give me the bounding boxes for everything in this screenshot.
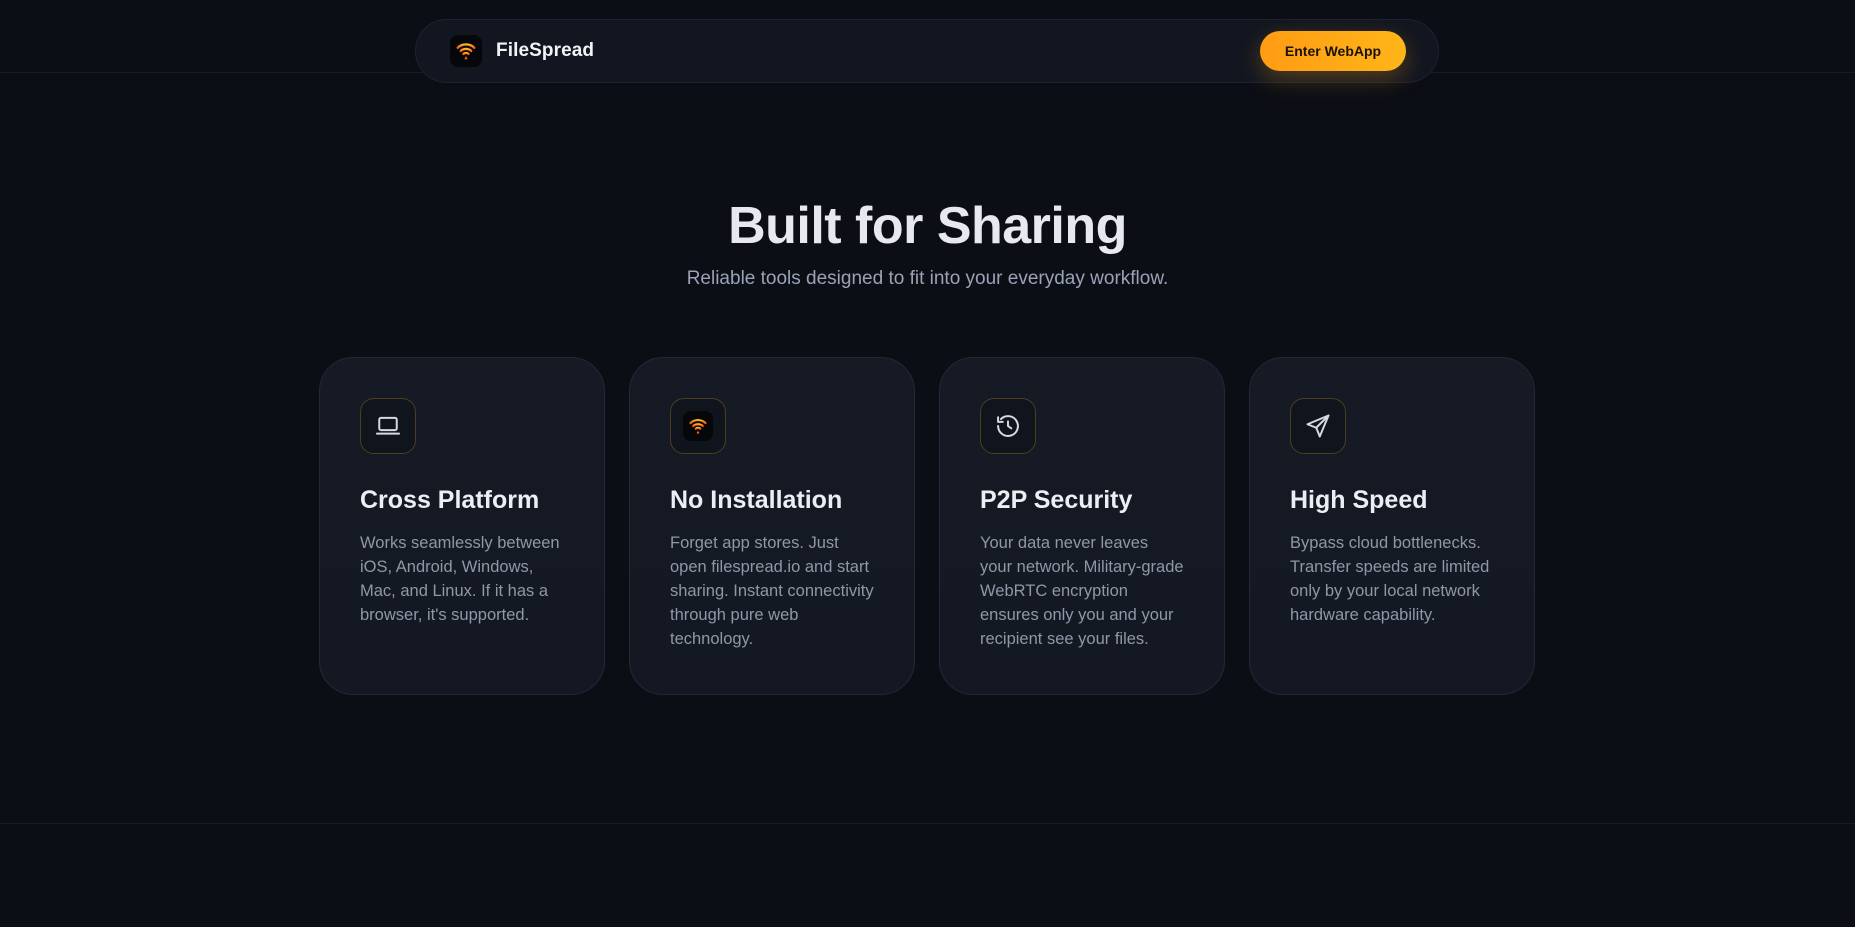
feature-title: Cross Platform: [360, 486, 540, 514]
wifi-signal-icon: [450, 35, 482, 67]
enter-webapp-button[interactable]: Enter WebApp: [1260, 31, 1406, 71]
feature-card-no-installation: No Installation Forget app stores. Just …: [629, 357, 915, 695]
feature-description: Bypass cloud bottlenecks. Transfer speed…: [1290, 534, 1490, 624]
feature-title: High Speed: [1290, 486, 1428, 514]
feature-card-cross-platform: Cross Platform Works seamlessly between …: [319, 357, 605, 695]
feature-cards: Cross Platform Works seamlessly between …: [319, 357, 1535, 695]
feature-description: Forget app stores. Just open filespread.…: [670, 534, 874, 648]
feature-description: Your data never leaves your network. Mil…: [980, 534, 1184, 648]
brand-name: FileSpread: [496, 40, 595, 61]
laptop-icon: [360, 398, 416, 454]
feature-card-p2p-security: P2P Security Your data never leaves your…: [939, 357, 1225, 695]
feature-card-high-speed: High Speed Bypass cloud bottlenecks. Tra…: [1249, 357, 1535, 695]
footer-divider: [0, 823, 1855, 824]
feature-title: P2P Security: [980, 486, 1133, 514]
hero-section: Built for Sharing Reliable tools designe…: [0, 196, 1855, 290]
brand[interactable]: FileSpread: [450, 35, 594, 67]
wifi-signal-icon: [670, 398, 726, 454]
feature-title: No Installation: [670, 486, 843, 514]
paper-plane-icon: [1290, 398, 1346, 454]
page: FileSpread Enter WebApp Built for Sharin…: [0, 0, 1855, 927]
history-icon: [980, 398, 1036, 454]
navbar: FileSpread Enter WebApp: [415, 19, 1439, 83]
page-title: Built for Sharing: [728, 197, 1127, 255]
page-subtitle: Reliable tools designed to fit into your…: [686, 268, 1169, 289]
feature-description: Works seamlessly between iOS, Android, W…: [360, 534, 560, 624]
